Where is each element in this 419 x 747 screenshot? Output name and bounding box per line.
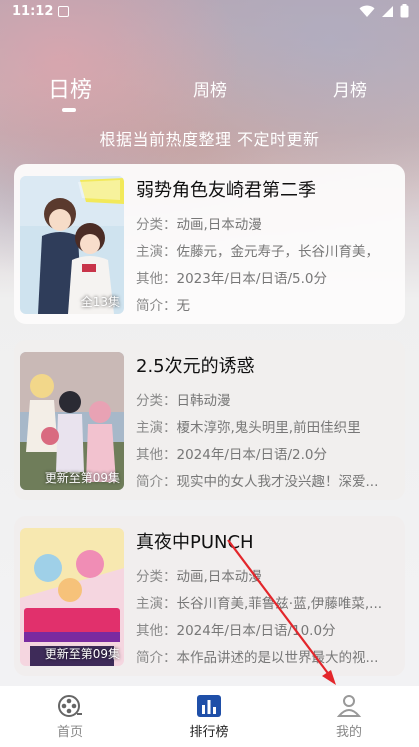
- bottom-navigation: 首页 排行榜 我的: [0, 686, 419, 747]
- anime-title: 2.5次元的诱惑: [136, 356, 255, 377]
- category-value: 动画,日本动漫: [176, 217, 262, 233]
- intro-label: 简介：: [136, 474, 177, 490]
- nav-mine-label: 我的: [335, 725, 362, 740]
- intro-label: 简介：: [136, 298, 177, 314]
- intro-value: 本作品讲述的是以世界最大的视...: [176, 650, 379, 666]
- category-label: 分类：: [136, 393, 177, 409]
- nav-ranking-label: 排行榜: [189, 725, 229, 740]
- tab-monthly[interactable]: 月榜: [328, 76, 372, 101]
- battery-icon: [400, 4, 409, 18]
- category-value: 动画,日本动漫: [176, 569, 262, 585]
- ranking-subtitle: 根据当前热度整理 不定时更新: [99, 130, 320, 149]
- notification-icon: [58, 6, 69, 17]
- anime-card[interactable]: 更新至第09集 2.5次元的诱惑 分类：日韩动漫 主演：榎木淳弥,鬼头明里,前田…: [14, 340, 405, 500]
- other-value: 2024年/日本/日语/10.0分: [176, 623, 336, 639]
- anime-card[interactable]: 更新至第09集 真夜中PUNCH 分类：动画,日本动漫 主演：长谷川育美,菲鲁兹…: [14, 516, 405, 676]
- nav-home-label: 首页: [56, 725, 83, 740]
- other-value: 2023年/日本/日语/5.0分: [176, 271, 327, 287]
- poster-image: 全13集: [20, 176, 124, 314]
- episode-count: 全13集: [80, 295, 120, 309]
- other-label: 其他：: [136, 623, 177, 639]
- status-time: 11:12: [12, 4, 54, 19]
- other-value: 2024年/日本/日语/2.0分: [176, 447, 327, 463]
- anime-card[interactable]: 全13集 弱势角色友崎君第二季 分类：动画,日本动漫 主演：佐藤元，金元寿子，长…: [14, 164, 405, 324]
- tab-weekly[interactable]: 周榜: [188, 76, 232, 101]
- category-value: 日韩动漫: [176, 393, 231, 409]
- episode-count: 更新至第09集: [44, 647, 120, 661]
- anime-title: 弱势角色友崎君第二季: [136, 180, 316, 201]
- intro-label: 简介：: [136, 650, 177, 666]
- cast-value: 榎木淳弥,鬼头明里,前田佳织里: [176, 420, 361, 436]
- cast-value: 佐藤元，金元寿子，长谷川育美，: [176, 244, 380, 260]
- other-label: 其他：: [136, 447, 177, 463]
- nav-home[interactable]: 首页: [35, 694, 105, 740]
- intro-value: 现实中的女人我才没兴趣！深爱...: [176, 474, 379, 490]
- cellular-signal-icon: [382, 5, 393, 17]
- cast-label: 主演：: [136, 596, 177, 612]
- anime-title: 真夜中PUNCH: [136, 532, 254, 553]
- cast-label: 主演：: [136, 420, 177, 436]
- nav-mine[interactable]: 我的: [314, 694, 384, 740]
- ranking-chart-icon: [197, 695, 221, 717]
- status-bar: 11:12: [0, 0, 419, 24]
- intro-value: 无: [176, 298, 191, 314]
- tab-indicator: [62, 108, 76, 112]
- cast-value: 长谷川育美,菲鲁兹·蓝,伊藤唯菜,...: [176, 596, 383, 612]
- film-reel-icon: [58, 695, 82, 717]
- user-profile-icon: [336, 695, 362, 717]
- wifi-icon: [359, 5, 375, 17]
- poster-image: 更新至第09集: [20, 352, 124, 490]
- episode-count: 更新至第09集: [44, 471, 120, 485]
- poster-image: 更新至第09集: [20, 528, 124, 666]
- nav-ranking[interactable]: 排行榜: [174, 694, 244, 740]
- cast-label: 主演：: [136, 244, 177, 260]
- other-label: 其他：: [136, 271, 177, 287]
- category-label: 分类：: [136, 217, 177, 233]
- category-label: 分类：: [136, 569, 177, 585]
- tab-daily[interactable]: 日榜: [48, 72, 92, 104]
- ranking-tabs: 日榜 周榜 月榜: [0, 70, 419, 120]
